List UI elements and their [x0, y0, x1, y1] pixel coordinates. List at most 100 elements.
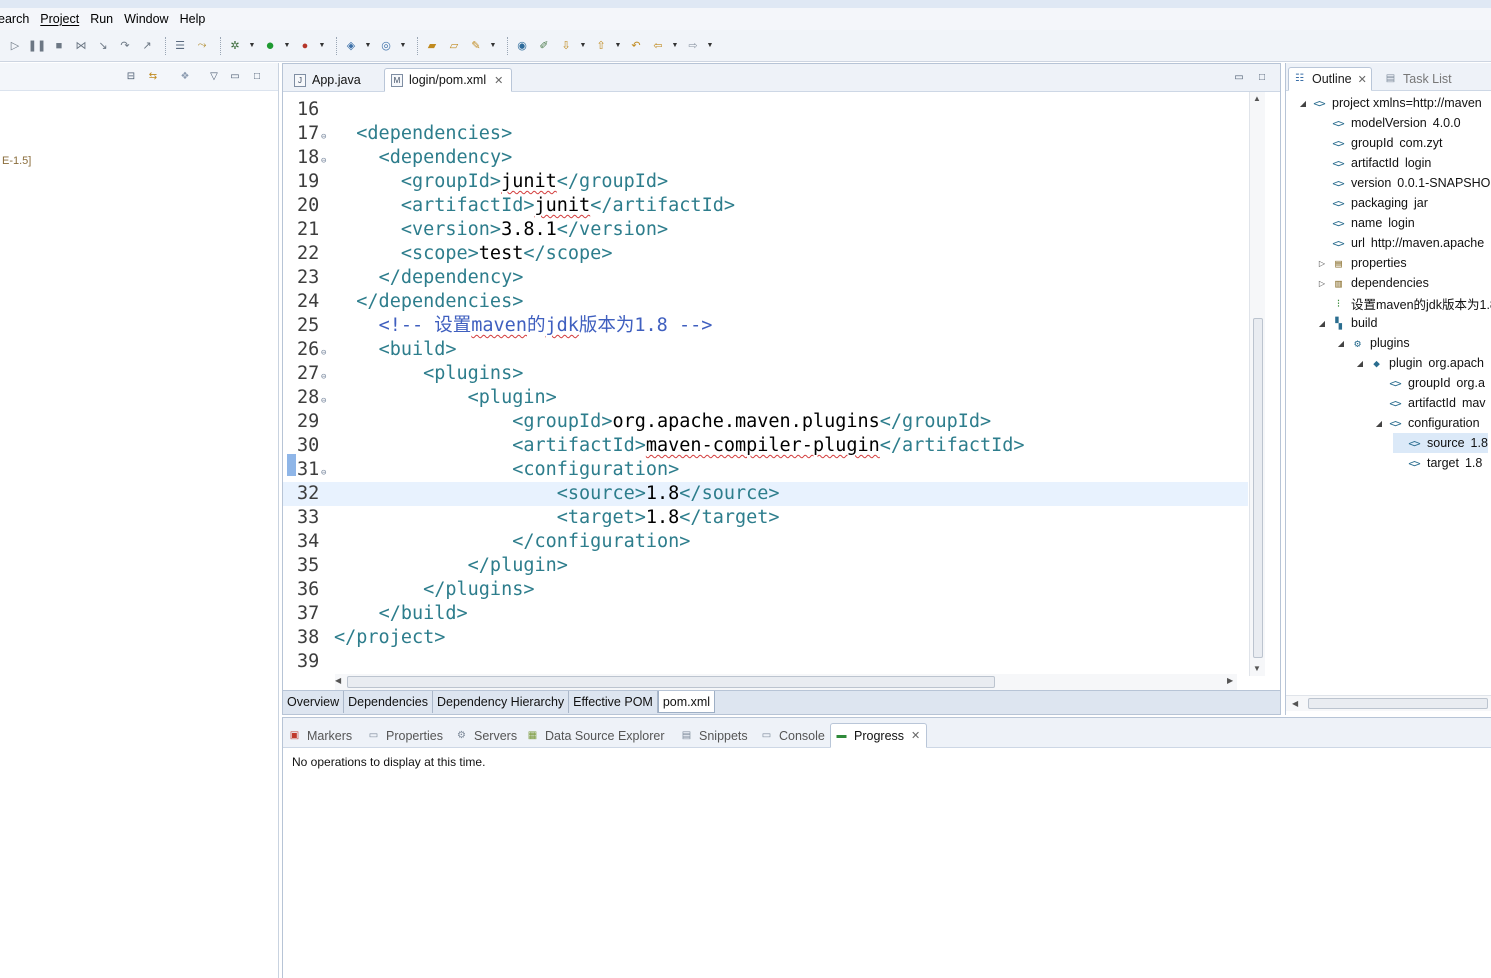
menu-help[interactable]: Help [176, 12, 213, 26]
terminate-icon[interactable]: ■ [50, 37, 68, 55]
horizontal-scroll-thumb[interactable] [1308, 698, 1488, 709]
tab-snippets[interactable]: ▤ Snippets [680, 723, 748, 748]
tab-effective-pom[interactable]: Effective POM [569, 691, 658, 713]
outline-node[interactable]: ◢ ⚙ plugins [1336, 333, 1410, 353]
tab-outline[interactable]: ☷ Outline ✕ [1288, 67, 1372, 91]
menu-run[interactable]: Run [86, 12, 120, 26]
close-icon[interactable]: ✕ [1358, 73, 1367, 86]
outline-node[interactable]: <> groupId org.a [1374, 373, 1485, 393]
last-edit-location-icon[interactable]: ↶ [627, 37, 645, 55]
new-server-icon[interactable]: ◈ [342, 37, 360, 55]
skip-breakpoints-icon[interactable]: ⤳ [193, 37, 211, 55]
code-line[interactable]: 23 </dependency> [283, 266, 1248, 290]
code-line[interactable]: 16 [283, 98, 1248, 122]
tab-overview[interactable]: Overview [283, 691, 345, 713]
tab-console[interactable]: ▭ Console [760, 723, 825, 748]
disconnect-icon[interactable]: ⋈ [72, 37, 90, 55]
run-dropdown-icon[interactable]: ▼ [283, 37, 291, 55]
maximize-icon[interactable]: □ [250, 69, 264, 83]
external-tools-dropdown-icon[interactable]: ▼ [318, 37, 326, 55]
close-icon[interactable]: ✕ [911, 729, 920, 742]
code-line[interactable]: 26 ⊖ <build> [283, 338, 1248, 362]
forward-dropdown-icon[interactable]: ▼ [706, 37, 714, 55]
outline-node[interactable]: <> source 1.8 [1393, 433, 1488, 453]
outline-node[interactable]: ◢ ◆ plugin org.apach [1355, 353, 1484, 373]
outline-node[interactable]: ◢ ▚ build [1317, 313, 1378, 333]
globe-icon[interactable]: ◉ [513, 37, 531, 55]
forward-icon[interactable]: ⇨ [684, 37, 702, 55]
tab-progress[interactable]: ▬ Progress ✕ [830, 723, 928, 748]
menu-project[interactable]: Project [36, 12, 86, 26]
outline-node[interactable]: <> packaging jar [1317, 193, 1428, 213]
collapse-all-icon[interactable]: ⊟ [124, 69, 138, 83]
outline-node[interactable]: <> artifactId mav [1374, 393, 1485, 413]
annotation-icon[interactable]: ✐ [535, 37, 553, 55]
previous-annotation-dropdown-icon[interactable]: ▼ [614, 37, 622, 55]
tab-properties[interactable]: ▭ Properties [367, 723, 443, 748]
code-line[interactable]: 30 <artifactId>maven-compiler-plugin</ar… [283, 434, 1248, 458]
run-icon[interactable]: ● [261, 37, 279, 55]
code-line[interactable]: 21 <version>3.8.1</version> [283, 218, 1248, 242]
xml-source-editor[interactable]: 16 17 ⊖ <dependencies> 18 ⊖ <dependency> 19 <… [283, 92, 1248, 678]
outline-node[interactable]: <> url http://maven.apache [1317, 233, 1484, 253]
vertical-scrollbar[interactable]: ▲ ▼ [1249, 92, 1265, 676]
open-folder-icon[interactable]: ▱ [445, 37, 463, 55]
new-wizard-dropdown-icon[interactable]: ▼ [399, 37, 407, 55]
suspend-icon[interactable]: ❚❚ [28, 37, 46, 55]
expand-icon[interactable]: ▷ [1317, 279, 1327, 288]
code-line[interactable]: 27 ⊖ <plugins> [283, 362, 1248, 386]
code-line[interactable]: 35 </plugin> [283, 554, 1248, 578]
maximize-icon[interactable]: □ [1255, 70, 1269, 84]
outline-node[interactable]: <> target 1.8 [1393, 453, 1482, 473]
code-line[interactable]: 25 <!-- 设置maven的jdk版本为1.8 --> [283, 314, 1248, 338]
scroll-up-icon[interactable]: ▲ [1253, 94, 1261, 103]
vertical-scroll-thumb[interactable] [1253, 318, 1263, 658]
minimize-icon[interactable]: ▭ [228, 69, 242, 83]
code-line[interactable]: 32 <source>1.8</source> [283, 482, 1248, 506]
code-line[interactable]: 31 ⊖ <configuration> [283, 458, 1248, 482]
open-type-icon[interactable]: ▰ [423, 37, 441, 55]
tab-data-source-explorer[interactable]: ▦ Data Source Explorer [526, 723, 665, 748]
code-line[interactable]: 36 </plugins> [283, 578, 1248, 602]
code-line[interactable]: 22 <scope>test</scope> [283, 242, 1248, 266]
outline-node[interactable]: <> artifactId login [1317, 153, 1431, 173]
code-line[interactable]: 38 </project> [283, 626, 1248, 650]
collapse-icon[interactable]: ◢ [1336, 339, 1346, 348]
collapse-icon[interactable]: ◢ [1355, 359, 1365, 368]
tab-markers[interactable]: ▣ Markers [288, 723, 352, 748]
tab-servers[interactable]: ⚙ Servers [455, 723, 517, 748]
next-annotation-dropdown-icon[interactable]: ▼ [579, 37, 587, 55]
collapse-icon[interactable]: ◢ [1317, 319, 1327, 328]
tab-dependency-hierarchy[interactable]: Dependency Hierarchy [433, 691, 570, 713]
new-wizard-icon[interactable]: ◎ [377, 37, 395, 55]
code-line[interactable]: 20 <artifactId>junit</artifactId> [283, 194, 1248, 218]
code-line[interactable]: 39 [283, 650, 1248, 674]
tab-pom-xml-source[interactable]: pom.xml [657, 691, 716, 713]
resume-icon[interactable]: ▷ [6, 37, 24, 55]
tab-pom-xml[interactable]: M login/pom.xml ✕ [384, 68, 513, 92]
minimize-icon[interactable]: ▭ [1232, 70, 1246, 84]
step-into-icon[interactable]: ↘ [94, 37, 112, 55]
outline-node[interactable]: <> groupId com.zyt [1317, 133, 1442, 153]
search-icon[interactable]: ✎ [467, 37, 485, 55]
scroll-down-icon[interactable]: ▼ [1253, 664, 1261, 673]
scroll-left-icon[interactable]: ◀ [335, 676, 341, 685]
code-line[interactable]: 24 </dependencies> [283, 290, 1248, 314]
expand-icon[interactable]: ▷ [1317, 259, 1327, 268]
code-line[interactable]: 28 ⊖ <plugin> [283, 386, 1248, 410]
use-step-filters-icon[interactable]: ☰ [171, 37, 189, 55]
search-dropdown-icon[interactable]: ▼ [489, 37, 497, 55]
debug-icon[interactable]: ✲ [226, 37, 244, 55]
tab-app-java[interactable]: J App.java [287, 68, 370, 92]
code-line[interactable]: 34 </configuration> [283, 530, 1248, 554]
outline-node[interactable]: ⁝ 设置maven的jdk版本为1.8 [1317, 293, 1491, 313]
back-dropdown-icon[interactable]: ▼ [671, 37, 679, 55]
code-line[interactable]: 18 ⊖ <dependency> [283, 146, 1248, 170]
code-line[interactable]: 17 ⊖ <dependencies> [283, 122, 1248, 146]
code-line[interactable]: 19 <groupId>junit</groupId> [283, 170, 1248, 194]
tab-task-list[interactable]: ▤ Task List [1380, 67, 1456, 91]
outline-node[interactable]: <> modelVersion 4.0.0 [1317, 113, 1460, 133]
filter-icon[interactable]: ❖ [178, 69, 192, 83]
step-return-icon[interactable]: ↗ [138, 37, 156, 55]
step-over-icon[interactable]: ↷ [116, 37, 134, 55]
